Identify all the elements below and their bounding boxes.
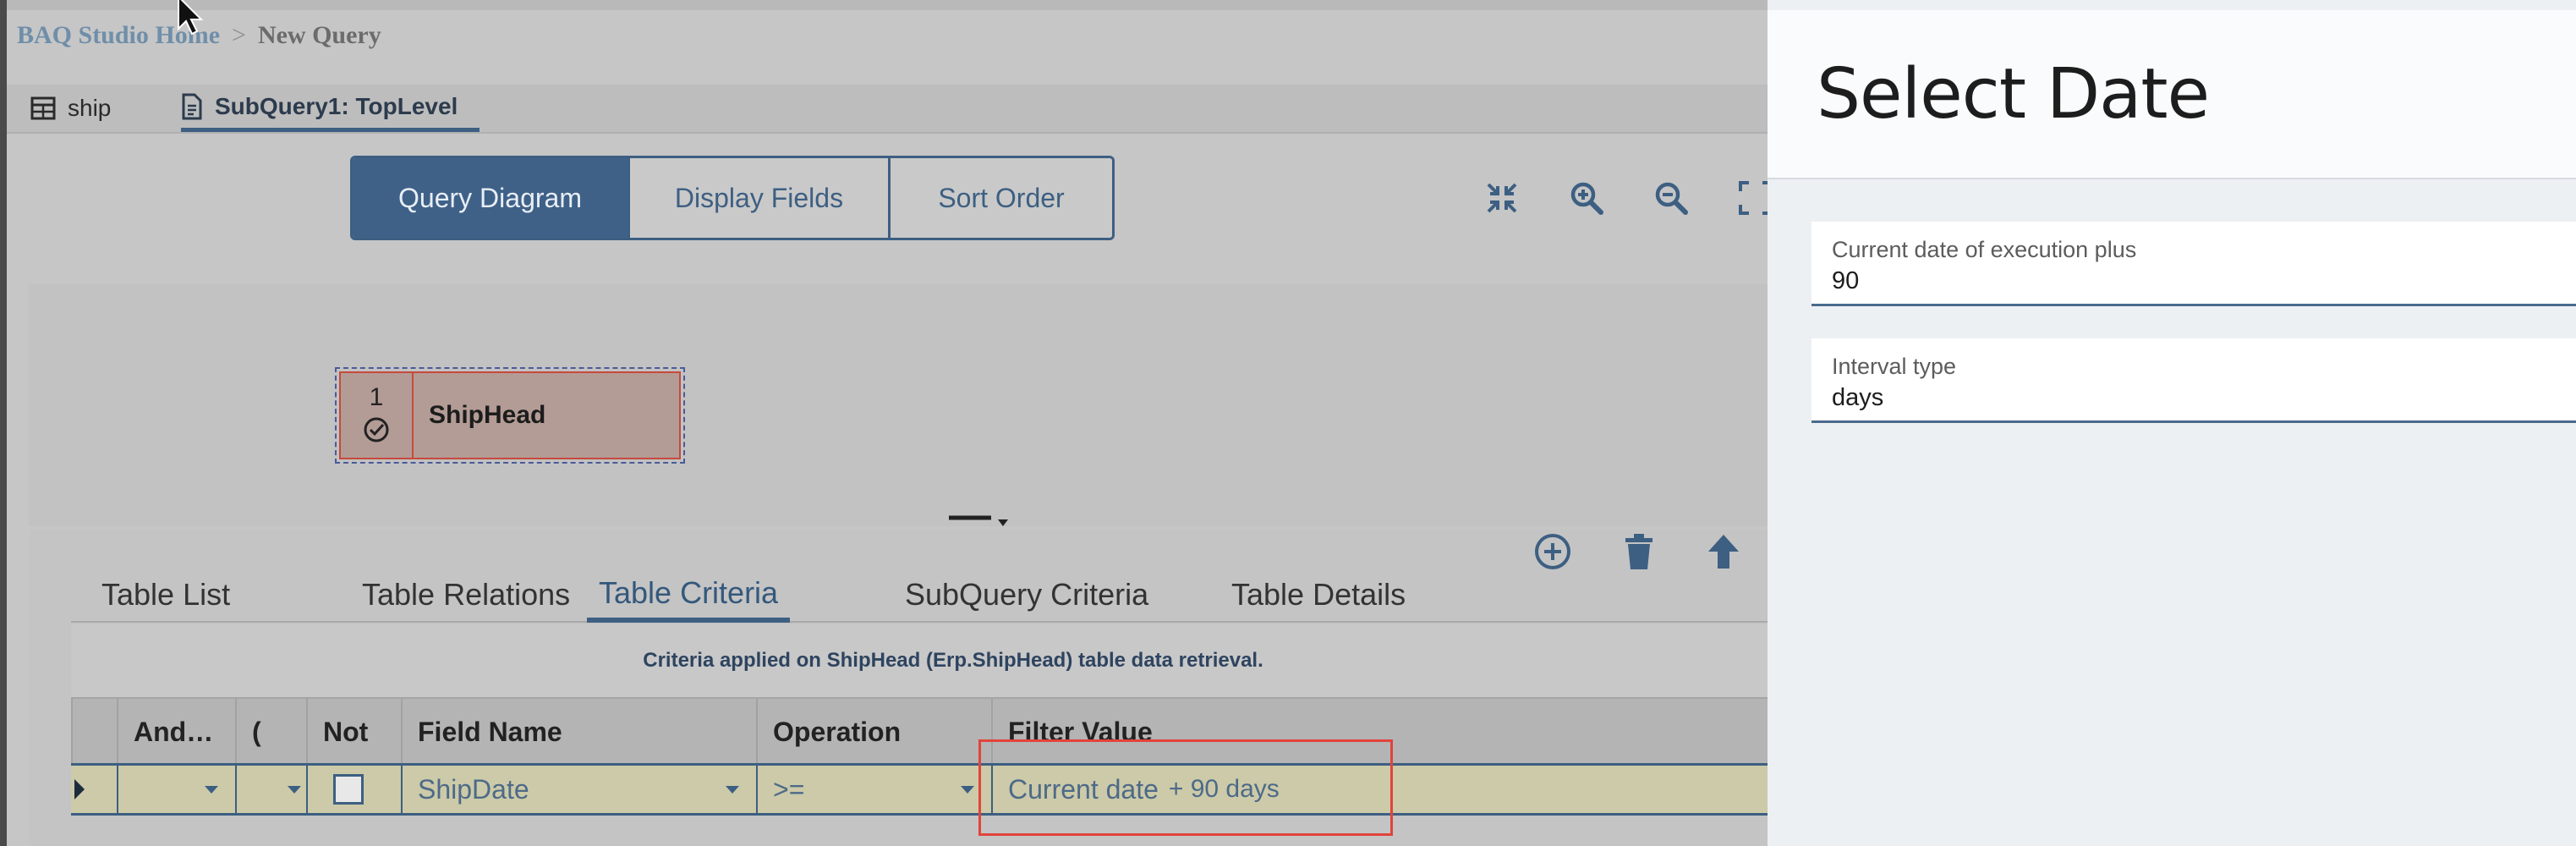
display-fields-button[interactable]: Display Fields (630, 158, 891, 238)
row-indicator-icon (74, 779, 85, 799)
not-cell (306, 766, 401, 813)
sort-order-button[interactable]: Sort Order (891, 158, 1112, 238)
table-node-index: 1 (341, 373, 414, 458)
mouse-cursor-icon (176, 0, 206, 43)
collapse-icon[interactable] (1480, 176, 1524, 220)
breadcrumb-separator: > (232, 21, 246, 49)
chevron-down-icon (205, 786, 218, 794)
view-switch: Query Diagram Display Fields Sort Order (350, 156, 1115, 240)
interval-type-value[interactable]: days (1832, 384, 1883, 412)
select-date-title: Select Date (1817, 54, 2210, 135)
operation-value: >= (773, 773, 805, 805)
chevron-down-icon (726, 786, 739, 794)
and-or-dropdown[interactable] (117, 766, 235, 813)
tab-subquery1[interactable]: SubQuery1: TopLevel (181, 85, 480, 132)
days-plus-value[interactable]: 90 (1832, 267, 1859, 295)
field-name-dropdown[interactable]: ShipDate (401, 766, 756, 813)
expand-icon[interactable] (1734, 176, 1768, 220)
select-date-header: Select Date (1768, 10, 2576, 179)
row-selector-header (71, 699, 117, 765)
chevron-down-icon (288, 786, 301, 794)
tab-subquery1-label: SubQuery1: TopLevel (215, 92, 458, 119)
paren-dropdown[interactable] (235, 766, 306, 813)
chevron-down-icon (961, 786, 974, 794)
shiphead-table-node[interactable]: 1 ShipHead (335, 367, 685, 464)
check-circle-icon (362, 415, 391, 448)
zoom-out-icon[interactable] (1649, 176, 1693, 220)
not-checkbox[interactable] (333, 774, 364, 805)
table-node-body: 1 ShipHead (339, 371, 681, 459)
table-icon (30, 96, 56, 121)
row-selector[interactable] (71, 766, 117, 813)
column-operation[interactable]: Operation (756, 699, 991, 765)
diagram-canvas[interactable] (29, 284, 1768, 526)
table-row[interactable]: ShipDate >= Current date + 90 days (71, 763, 1768, 816)
tab-table-details[interactable]: Table Details (1231, 569, 1406, 621)
column-field-name[interactable]: Field Name (401, 699, 756, 765)
tab-table-relations[interactable]: Table Relations (362, 569, 570, 621)
zoom-in-icon[interactable] (1565, 176, 1609, 220)
splitter-handle[interactable] (945, 513, 1013, 530)
column-not[interactable]: Not (306, 699, 401, 765)
filter-value-highlight (978, 739, 1393, 836)
tab-ship[interactable]: ship (30, 85, 111, 132)
top-strip (7, 0, 1768, 10)
days-plus-label: Current date of execution plus (1832, 237, 2137, 262)
column-and-or[interactable]: And… (117, 699, 235, 765)
column-paren[interactable]: ( (235, 699, 306, 765)
interval-type-field[interactable]: Interval type days (1811, 338, 2576, 423)
interval-type-label: Interval type (1832, 354, 1957, 379)
tab-ship-label: ship (68, 95, 112, 121)
baq-designer: BAQ Studio Home > New Query ship SubQuer… (7, 0, 1768, 846)
operation-dropdown[interactable]: >= (756, 766, 991, 813)
document-icon (181, 93, 203, 120)
select-date-panel: Select Date Current date of execution pl… (1768, 0, 2576, 846)
breadcrumb-current: New Query (257, 21, 381, 49)
field-name-value: ShipDate (418, 773, 529, 805)
days-plus-field[interactable]: Current date of execution plus 90 (1811, 222, 2576, 306)
tab-table-criteria[interactable]: Table Criteria (587, 569, 791, 623)
subquery-tabs: Table List Table Relations Table Criteri… (71, 569, 1768, 623)
query-tabs: ship SubQuery1: TopLevel (7, 85, 1768, 134)
criteria-grid-header: And… ( Not Field Name Operation Filter V… (71, 697, 1768, 765)
tab-table-list[interactable]: Table List (101, 569, 230, 621)
tab-subquery-criteria[interactable]: SubQuery Criteria (905, 569, 1148, 621)
table-node-number: 1 (369, 382, 384, 411)
query-diagram-button[interactable]: Query Diagram (353, 158, 630, 238)
table-node-name: ShipHead (429, 401, 546, 429)
criteria-description: Criteria applied on ShipHead (Erp.ShipHe… (71, 624, 1768, 697)
